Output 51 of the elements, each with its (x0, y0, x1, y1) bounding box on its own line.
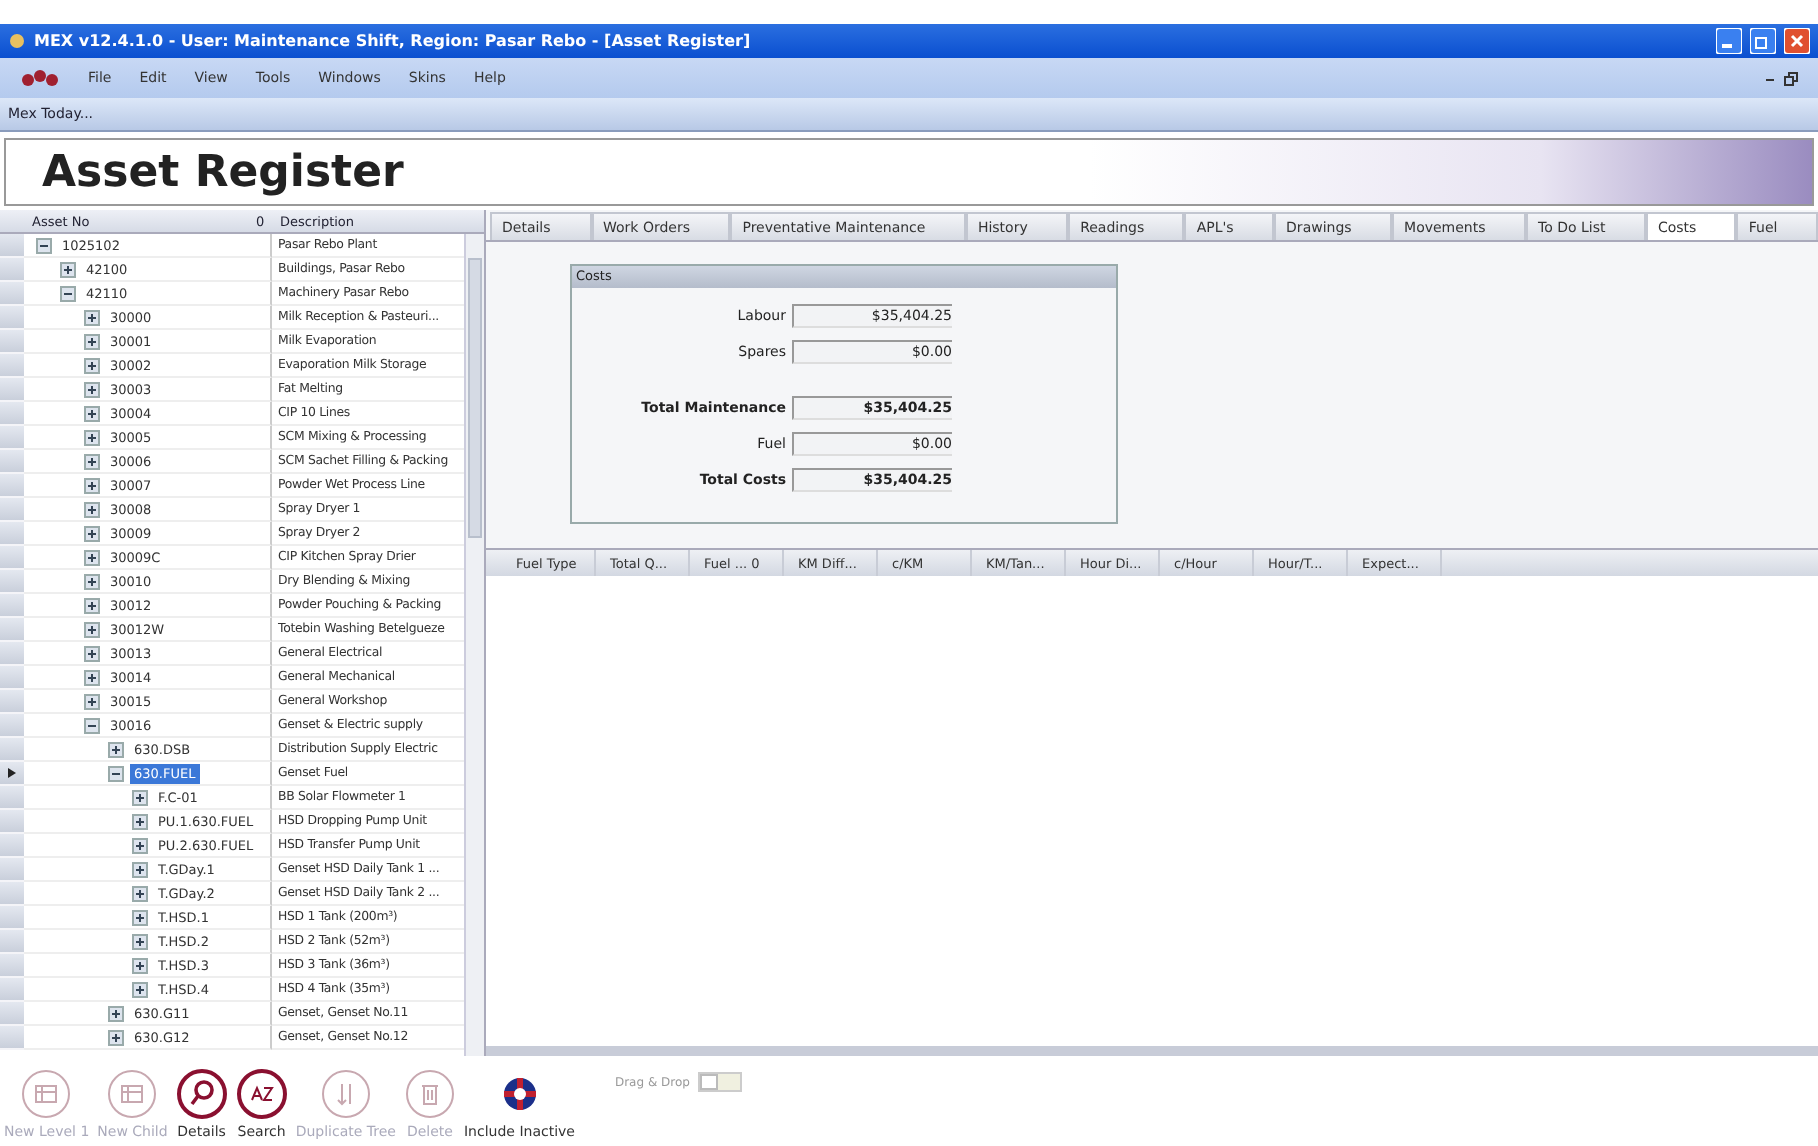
expand-icon[interactable] (132, 813, 148, 829)
expand-icon[interactable] (60, 261, 76, 277)
page-title: Asset Register (42, 147, 404, 197)
expand-icon[interactable] (84, 669, 100, 685)
expand-icon[interactable] (108, 1005, 124, 1021)
expand-icon[interactable] (84, 357, 100, 373)
expand-icon[interactable] (84, 381, 100, 397)
search-icon (175, 1068, 228, 1120)
table-icon (20, 1068, 73, 1120)
trash-icon (403, 1068, 456, 1120)
collapse-icon[interactable] (36, 237, 52, 253)
expand-icon[interactable] (84, 645, 100, 661)
restore-button[interactable] (1750, 28, 1776, 54)
expand-icon[interactable] (132, 981, 148, 997)
vertical-scrollbar[interactable] (464, 234, 484, 1056)
expand-icon[interactable] (84, 405, 100, 421)
expand-icon[interactable] (84, 573, 100, 589)
sort-az-icon (235, 1068, 288, 1120)
app-icon (8, 32, 26, 50)
expand-icon[interactable] (132, 837, 148, 853)
drag-drop-toggle[interactable] (697, 1072, 742, 1092)
expand-icon[interactable] (108, 741, 124, 757)
expand-icon[interactable] (84, 429, 100, 445)
expand-icon[interactable] (132, 909, 148, 925)
collapse-icon[interactable] (60, 285, 76, 301)
table-icon (106, 1068, 159, 1120)
expand-icon[interactable] (84, 453, 100, 469)
collapse-icon[interactable] (84, 717, 100, 733)
expand-icon[interactable] (132, 957, 148, 973)
expand-icon[interactable] (84, 477, 100, 493)
expand-icon[interactable] (132, 933, 148, 949)
window-title: MEX v12.4.1.0 - User: Maintenance Shift, Region: Pasar Rebo - [Asset Register] (34, 32, 753, 50)
sort-icon (319, 1068, 372, 1120)
expand-icon[interactable] (108, 1029, 124, 1045)
expand-icon[interactable] (84, 501, 100, 517)
expand-icon[interactable] (84, 333, 100, 349)
expand-icon[interactable] (132, 789, 148, 805)
minimize-button[interactable] (1716, 28, 1742, 54)
expand-icon[interactable] (84, 309, 100, 325)
close-button[interactable] (1784, 28, 1810, 54)
expand-icon[interactable] (84, 693, 100, 709)
expand-icon[interactable] (132, 861, 148, 877)
expand-icon[interactable] (84, 525, 100, 541)
row-selector[interactable] (0, 762, 24, 786)
expand-icon[interactable] (132, 885, 148, 901)
expand-icon[interactable] (84, 549, 100, 565)
expand-icon[interactable] (84, 597, 100, 613)
expand-icon[interactable] (84, 621, 100, 637)
app-logo-icon (20, 68, 60, 88)
collapse-icon[interactable] (108, 765, 124, 781)
restore-icon[interactable] (1784, 71, 1798, 85)
